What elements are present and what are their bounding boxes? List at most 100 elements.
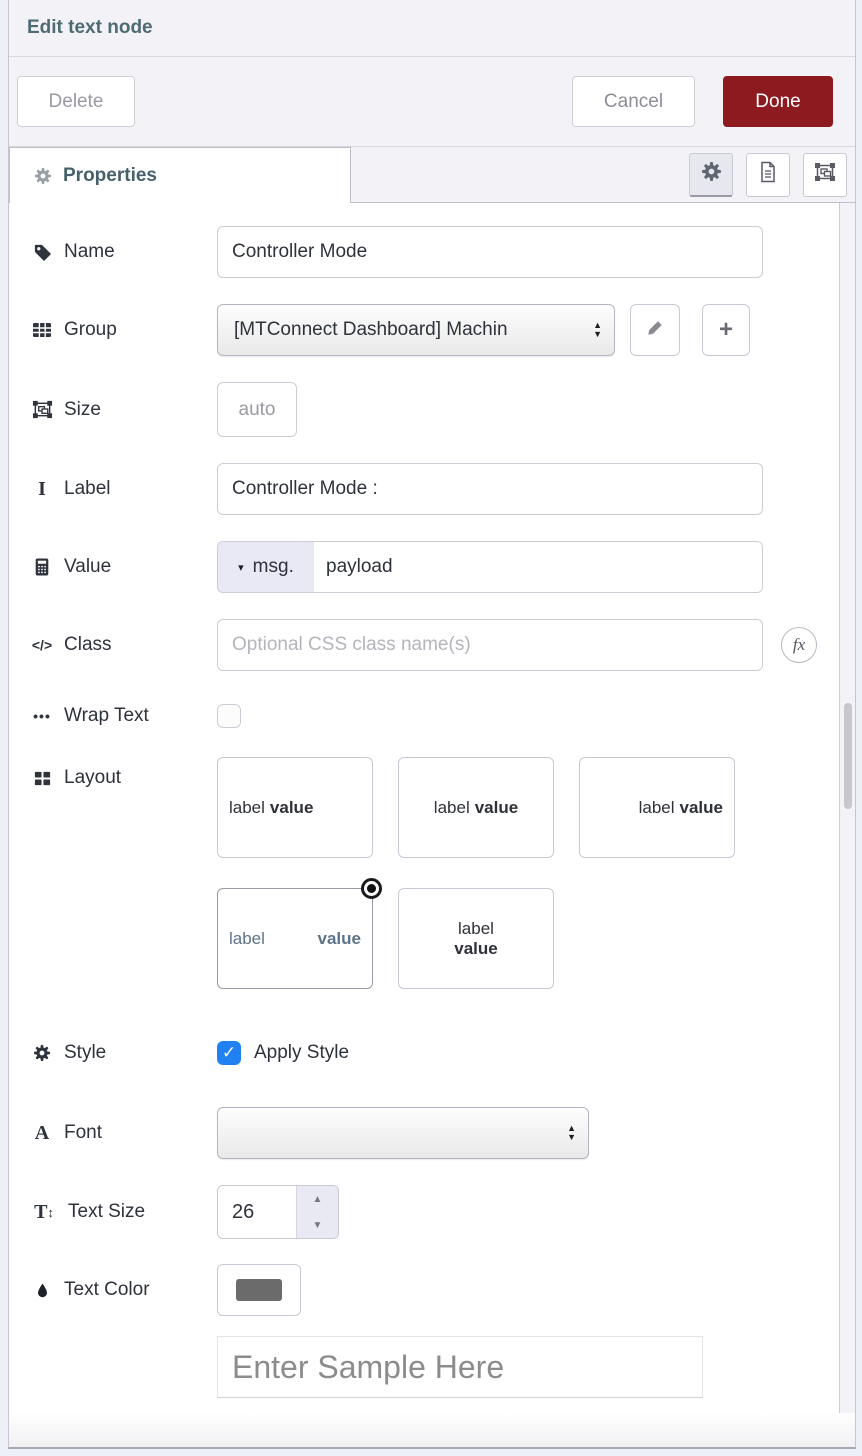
- dialog-footer: [9, 1413, 855, 1447]
- layout-option-value: value: [270, 798, 313, 818]
- font-icon: A: [31, 1122, 53, 1145]
- name-row: Name: [31, 226, 839, 278]
- group-select[interactable]: [MTConnect Dashboard] Machin ▲ ▼: [217, 304, 615, 356]
- arrow-down-icon: ▼: [313, 1220, 323, 1231]
- layout-option-center[interactable]: label value: [398, 757, 554, 858]
- dialog-frame: Edit text node Delete Cancel Done Proper…: [8, 0, 856, 1449]
- check-icon: ✓: [222, 1043, 236, 1063]
- properties-form: Name Group [MTConnect Dashboard] Machin …: [9, 203, 839, 1413]
- value-field-label: Value: [31, 556, 217, 578]
- value-label-text: Value: [64, 556, 111, 578]
- size-row: Size auto: [31, 382, 839, 437]
- text-height-icon: T↕: [31, 1201, 57, 1224]
- layout-row: Layout label value label value label: [31, 757, 839, 1039]
- wrap-text-label-text: Wrap Text: [64, 705, 149, 727]
- sample-row: [217, 1336, 839, 1398]
- class-input[interactable]: [217, 619, 763, 671]
- style-row: Style ✓ Apply Style: [31, 1039, 839, 1067]
- properties-view-button[interactable]: [689, 153, 733, 197]
- text-color-row: Text Color: [31, 1264, 839, 1316]
- text-color-picker-button[interactable]: [217, 1264, 301, 1316]
- delete-button[interactable]: Delete: [17, 76, 135, 127]
- fx-expand-button[interactable]: fx: [781, 627, 817, 663]
- caret-down-icon: ▾: [238, 561, 244, 574]
- tab-properties-label: Properties: [63, 165, 157, 187]
- typed-input: ▾ msg.: [217, 541, 763, 593]
- layout-option-stacked[interactable]: label value: [398, 888, 554, 989]
- layout-option-spread-selected[interactable]: label value: [217, 888, 373, 989]
- label-field-label: I Label: [31, 478, 217, 501]
- typed-input-type-label: msg.: [253, 556, 294, 578]
- typed-input-type-button[interactable]: ▾ msg.: [218, 542, 314, 592]
- spinner-down-button[interactable]: ▼: [297, 1212, 338, 1238]
- description-view-button[interactable]: [746, 153, 790, 197]
- add-group-button[interactable]: +: [702, 304, 750, 356]
- text-cursor-icon: I: [31, 478, 53, 501]
- layout-options-row-1: label value label value label value: [217, 757, 735, 858]
- name-field-label: Name: [31, 241, 217, 263]
- text-color-label-text: Text Color: [64, 1279, 150, 1301]
- label-label-text: Label: [64, 478, 111, 500]
- size-field-label: Size: [31, 399, 217, 421]
- layout-option-right[interactable]: label value: [579, 757, 735, 858]
- text-size-t: T: [34, 1201, 47, 1224]
- fx-icon: fx: [793, 635, 805, 655]
- wrap-text-row: ••• Wrap Text: [31, 703, 839, 729]
- tab-properties[interactable]: Properties: [9, 147, 351, 203]
- text-size-label-text: Text Size: [68, 1201, 145, 1223]
- font-row: A Font ▲ ▼: [31, 1107, 839, 1159]
- gear-icon: [31, 1044, 53, 1062]
- select-arrows-icon: ▲ ▼: [593, 321, 602, 339]
- table-icon: [31, 320, 53, 340]
- done-button[interactable]: Done: [723, 76, 833, 127]
- ellipsis-icon: •••: [31, 708, 53, 724]
- edit-text-node-dialog: Edit text node Delete Cancel Done Proper…: [0, 0, 862, 1456]
- name-input[interactable]: [217, 226, 763, 278]
- font-label-text: Font: [64, 1122, 102, 1144]
- label-input[interactable]: [217, 463, 763, 515]
- layout-options: label value label value label value: [217, 757, 735, 1039]
- wrap-text-checkbox[interactable]: [217, 704, 241, 728]
- size-auto-button[interactable]: auto: [217, 382, 297, 437]
- pencil-icon: [646, 318, 665, 342]
- appearance-view-button[interactable]: [803, 153, 847, 197]
- layout-option-label: label: [229, 929, 265, 949]
- spinner-up-button[interactable]: ▲: [297, 1186, 338, 1212]
- font-select[interactable]: ▲ ▼: [217, 1107, 589, 1159]
- document-icon: [757, 161, 779, 188]
- name-label-text: Name: [64, 241, 115, 263]
- apply-style-label: Apply Style: [254, 1042, 349, 1064]
- edit-group-button[interactable]: [630, 304, 680, 356]
- arrow-up-icon: ▲: [313, 1194, 323, 1205]
- text-size-spinner: ▲ ▼: [217, 1185, 339, 1239]
- style-label-text: Style: [64, 1042, 106, 1064]
- value-row: Value ▾ msg.: [31, 541, 839, 593]
- value-input[interactable]: [314, 542, 762, 592]
- group-label-text: Group: [64, 319, 117, 341]
- text-size-row: T↕ Text Size ▲ ▼: [31, 1185, 839, 1239]
- grid-icon: [31, 769, 53, 788]
- scrollbar-thumb[interactable]: [844, 703, 852, 809]
- apply-style-checkbox[interactable]: ✓: [217, 1041, 241, 1065]
- label-row: I Label: [31, 463, 839, 515]
- class-row: </> Class fx: [31, 619, 839, 671]
- layout-option-label: label: [229, 798, 265, 818]
- text-size-input[interactable]: [218, 1186, 296, 1238]
- sample-text-input[interactable]: [217, 1336, 703, 1398]
- select-arrows-icon: ▲ ▼: [567, 1124, 576, 1142]
- cancel-button[interactable]: Cancel: [572, 76, 695, 127]
- group-row: Group [MTConnect Dashboard] Machin ▲ ▼ +: [31, 304, 839, 356]
- font-field-label: A Font: [31, 1122, 217, 1145]
- plus-icon: +: [719, 316, 733, 344]
- class-field-label: </> Class: [31, 634, 217, 656]
- code-icon: </>: [31, 637, 53, 653]
- spinner-buttons: ▲ ▼: [296, 1186, 338, 1238]
- dialog-header: Edit text node: [9, 0, 855, 57]
- up-down-arrow-icon: ↕: [47, 1205, 54, 1220]
- layout-option-label: label: [458, 919, 494, 939]
- dialog-title: Edit text node: [27, 17, 153, 39]
- layout-option-label: label: [434, 798, 470, 818]
- group-select-value: [MTConnect Dashboard] Machin: [234, 319, 508, 341]
- size-label-text: Size: [64, 399, 101, 421]
- layout-option-left[interactable]: label value: [217, 757, 373, 858]
